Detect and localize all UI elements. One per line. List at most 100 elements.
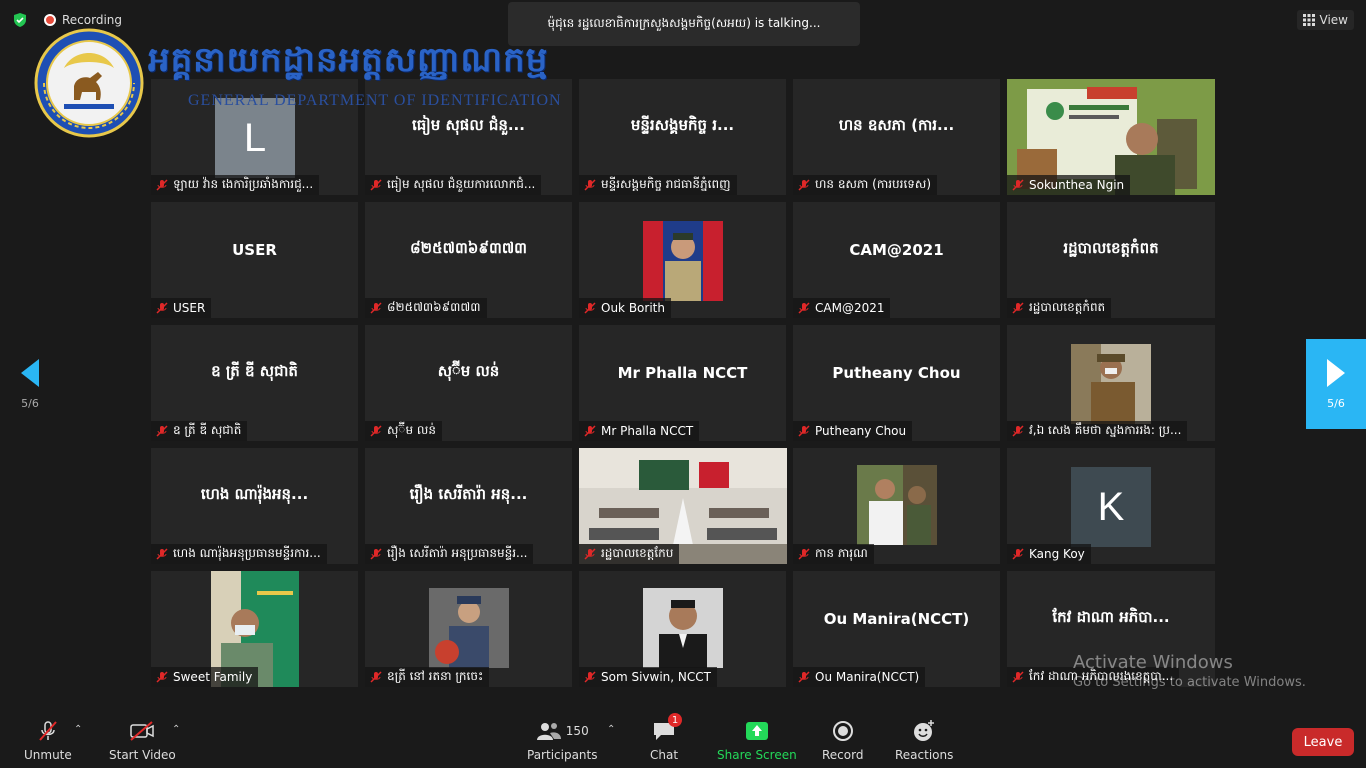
security-shield-icon[interactable] [12,12,28,28]
activate-title: Activate Windows [1073,652,1233,673]
participant-label: ហន ឧសភា (ការបរទេស) [793,175,938,195]
muted-mic-icon [370,302,382,314]
participant-photo [643,221,723,301]
participant-tile[interactable]: រដ្ឋបាលខេត្តកំពត រដ្ឋបាលខេត្តកំពត [1007,202,1215,318]
participant-tile[interactable]: Mr Phalla NCCT Mr Phalla NCCT [579,325,786,441]
participant-tile[interactable]: រដ្ឋបាលខេត្តកែប [579,448,787,564]
record-label: Record [822,748,864,762]
participant-name: រឿង សេរីតារ៉ា អនុប្រធានមន្ទីរ... [387,546,528,560]
share-screen-button[interactable]: Share Screen [717,718,797,762]
participant-name: Kang Koy [1029,547,1085,561]
participant-tile[interactable]: សុ៊ីម លន់ សុ៊ីម លន់ [365,325,572,441]
participant-label: រឿង សេរីតារ៉ា អនុប្រធានមន្ទីរ... [365,544,534,564]
participant-tile[interactable]: Ou Manira(NCCT) Ou Manira(NCCT) [793,571,1000,687]
view-button[interactable]: View [1296,10,1354,30]
recording-dot-icon [44,14,56,26]
share-screen-label: Share Screen [717,748,797,762]
participants-button[interactable]: 150 Participants [527,718,598,762]
muted-mic-icon [798,179,810,191]
participant-tile[interactable]: Sweet Family [151,571,358,687]
muted-mic-icon [1012,671,1024,683]
participant-tile[interactable]: ឧត្រី នៅ រតនា ក្រចេះ [365,571,572,687]
participant-photo [429,588,509,668]
muted-mic-icon [584,179,596,191]
start-video-button[interactable]: Start Video [109,718,176,762]
participant-name: Ouk Borith [601,301,665,315]
participant-tile[interactable]: មន្ទីរសង្គមកិច្ច រ... មន្ទីរសង្គមកិច្ច រ… [579,79,786,195]
participant-tile[interactable]: ឧ ត្រី ឌី សុជាតិ ឧ ត្រី ឌី សុជាតិ [151,325,358,441]
muted-mic-icon [156,179,168,191]
participant-display-name: ហេង ណារ៉ុងអនុ... [200,485,309,503]
recording-indicator[interactable]: Recording [44,12,122,28]
participant-label: រដ្ឋបាលខេត្តកែប [579,544,680,564]
participant-photo [643,588,723,668]
participant-tile[interactable]: កាន ភារុណ [793,448,1000,564]
participant-display-name: CAM@2021 [849,241,944,259]
muted-mic-icon [798,302,810,314]
participant-name: រដ្ឋបាលខេត្តកំពត [1029,300,1106,314]
participant-tile[interactable]: រឿង សេរីតារ៉ា អនុ... រឿង សេរីតារ៉ា អនុប្… [365,448,572,564]
muted-mic-icon [156,548,168,560]
muted-microphone-icon [39,721,57,741]
participant-tile[interactable]: ហន ឧសភា (ការ... ហន ឧសភា (ការបរទេស) [793,79,1000,195]
participant-display-name: USER [232,241,277,259]
participant-tile[interactable]: វ,ឯ សេង គឹមថា ស្នងការរង: ប្រ... [1007,325,1215,441]
video-options-caret-icon[interactable]: ⌃ [172,724,180,735]
participant-label: Sweet Family [151,667,259,687]
participant-name: ហេង ណារ៉ុងអនុប្រធានមន្ទីរការ... [173,546,321,560]
participant-label: ឧត្រី នៅ រតនា ក្រចេះ [365,667,490,687]
reactions-button[interactable]: Reactions [895,718,953,762]
leave-button[interactable]: Leave [1292,728,1354,756]
participant-name: USER [173,301,206,315]
avatar: K [1071,467,1151,547]
avatar: L [215,98,295,178]
activate-subtitle: Go to Settings to activate Windows. [1073,675,1306,690]
participant-display-name: សុ៊ីម លន់ [437,362,500,380]
participant-tile[interactable]: Putheany Chou Putheany Chou [793,325,1000,441]
participant-name: ឧ ត្រី ឌី សុជាតិ [173,423,242,437]
active-speaker-banner: ម៉ុជុនេ រដ្ឋលេខាធិការក្រសួងសង្គមកិច្ច(សអ… [508,2,860,46]
participant-name: Mr Phalla NCCT [601,424,694,438]
participants-icon [536,723,561,740]
participant-tile[interactable]: USER USER [151,202,358,318]
unmute-button[interactable]: Unmute [24,718,72,762]
participant-name: ឧត្រី នៅ រតនា ក្រចេះ [387,669,484,683]
chat-button[interactable]: 1 Chat [650,713,683,762]
participant-name: មន្ទីរសង្គមកិច្ច រាជធានីភ្នំពេញ [601,177,731,191]
participant-name: សុ៊ីម លន់ [387,423,436,437]
page-indicator-left: 5/6 [21,396,39,410]
participant-label: Putheany Chou [793,421,913,441]
record-button[interactable]: Record [822,718,863,762]
participants-label: Participants [527,748,598,762]
video-off-icon [130,721,155,741]
participant-tile[interactable]: CAM@2021 CAM@2021 [793,202,1000,318]
participant-tile[interactable]: Ouk Borith [579,202,786,318]
arrow-right-icon [1327,358,1345,387]
audio-options-caret-icon[interactable]: ⌃ [74,724,82,735]
unmute-label: Unmute [24,748,72,762]
participant-photo [1071,344,1151,424]
participant-tile[interactable]: K Kang Koy [1007,448,1215,564]
previous-page-button[interactable]: 5/6 [0,339,60,429]
participant-label: Sokunthea Ngin [1007,175,1131,195]
participant-display-name: រដ្ឋបាលខេត្តកំពត [1063,239,1159,257]
participant-tile[interactable]: Sokunthea Ngin [1007,79,1215,195]
participant-label: CAM@2021 [793,298,891,318]
participant-label: USER [151,298,212,318]
participant-name: ធៀម សុផល ជំនួយការលោកជំ... [387,177,536,191]
reactions-label: Reactions [895,748,954,762]
record-icon [832,721,853,741]
gallery-grid: L ឡាយ វ៉ាន ងេការិប្រឆាំងការជួ... ធៀម សុផ… [151,79,1215,687]
muted-mic-icon [156,425,168,437]
participant-label: Ouk Borith [579,298,671,318]
meeting-toolbar: Unmute ⌃ Start Video ⌃ 150 Participants … [0,712,1366,768]
participant-tile[interactable]: ៨២៥៧៣៦៩៣៧៣ ៨២៥៧៣៦៩៣៧៣ [365,202,572,318]
muted-mic-icon [584,425,596,437]
participant-tile[interactable]: Som Sivwin, NCCT [579,571,786,687]
participant-tile[interactable]: ហេង ណារ៉ុងអនុ... ហេង ណារ៉ុងអនុប្រធានមន្ទ… [151,448,358,564]
department-english-title: GENERAL DEPARTMENT OF IDENTIFICATION [188,92,562,109]
next-page-button[interactable]: 5/6 [1306,339,1366,429]
view-label: View [1319,13,1348,27]
muted-mic-icon [156,302,168,314]
participants-options-caret-icon[interactable]: ⌃ [607,724,615,735]
